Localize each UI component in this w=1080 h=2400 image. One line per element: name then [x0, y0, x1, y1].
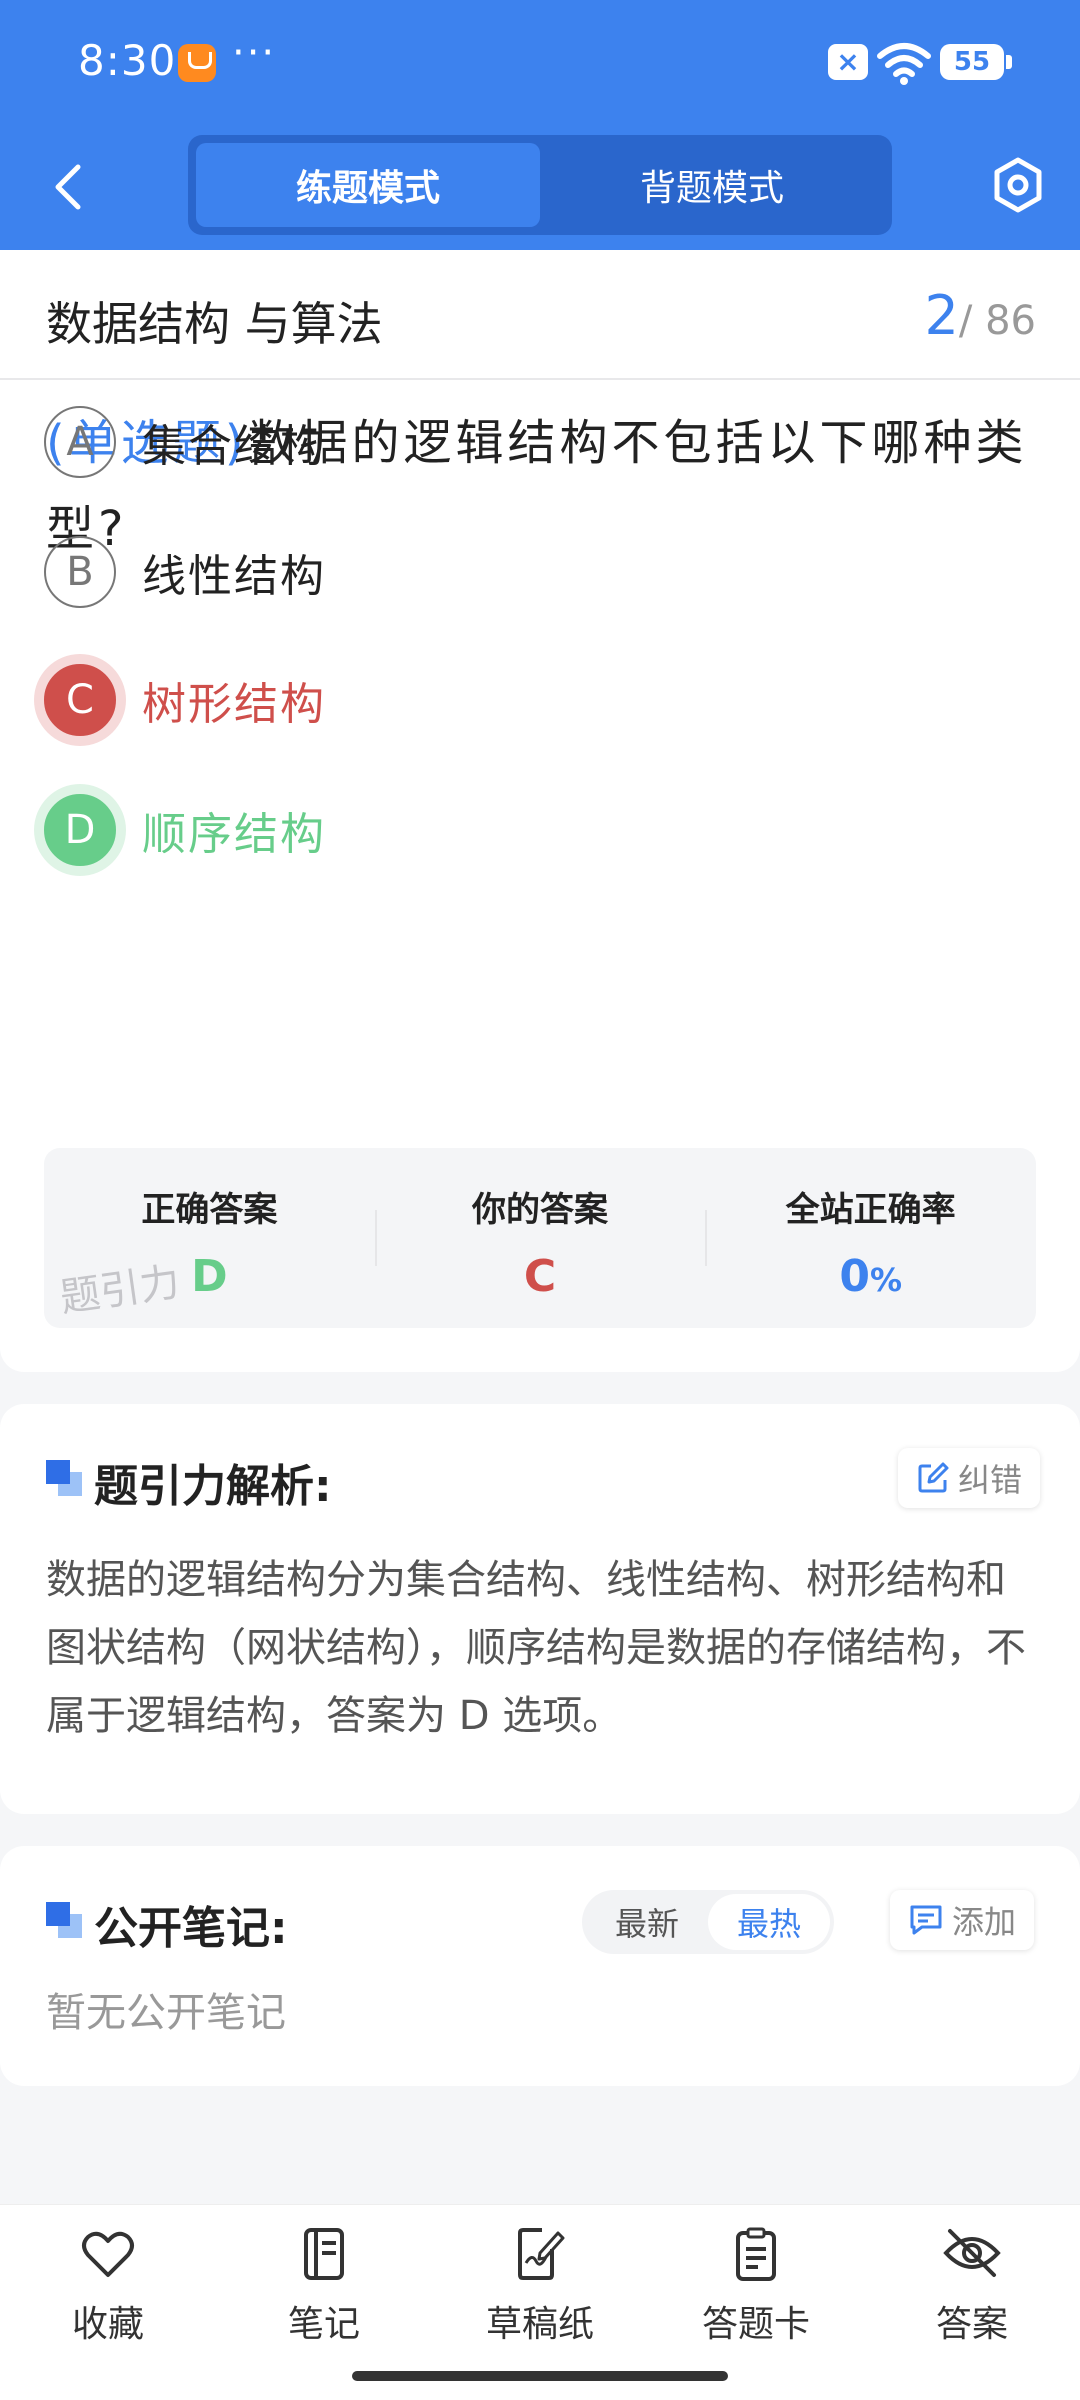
- option-text: 集合结构: [142, 421, 326, 472]
- more-notifications-icon: ···: [232, 30, 277, 76]
- notes-title: 公开笔记:: [94, 1903, 288, 1954]
- accuracy-rate-col: 全站正确率 0%: [705, 1148, 1036, 1328]
- show-answer-label: 答案: [935, 2304, 1008, 2345]
- public-notes-card: 公开笔记: 最新 最热 添加 暂无公开笔记: [0, 1846, 1080, 2086]
- bottom-toolbar: 收藏 笔记 草稿纸 答题卡 答案: [0, 2204, 1080, 2400]
- accuracy-rate-label: 全站正确率: [785, 1190, 956, 1230]
- option-c[interactable]: C 树形结构: [44, 662, 326, 738]
- draft-paper-button[interactable]: 草稿纸: [460, 2227, 620, 2347]
- mode-switch: 练题模式 背题模式: [188, 135, 892, 235]
- settings-icon[interactable]: [990, 155, 1046, 215]
- subject-row: 数据结构 与算法 2/ 86: [0, 250, 1080, 380]
- accuracy-rate-unit: %: [869, 1261, 903, 1299]
- option-letter: C: [44, 664, 116, 736]
- notes-label: 笔记: [287, 2304, 360, 2345]
- option-b[interactable]: B 线性结构: [44, 534, 326, 610]
- option-text: 顺序结构: [142, 809, 326, 860]
- sort-hottest[interactable]: 最热: [708, 1894, 830, 1950]
- current-question-number: 2: [924, 284, 959, 347]
- subject-title: 数据结构 与算法: [46, 297, 383, 351]
- tab-memorize-mode[interactable]: 背题模式: [540, 143, 884, 227]
- accuracy-rate-number: 0: [839, 1251, 870, 1302]
- add-note-label: 添加: [952, 1903, 1017, 1941]
- option-letter: A: [44, 406, 116, 478]
- report-error-button[interactable]: 纠错: [898, 1448, 1041, 1508]
- correct-answer-label: 正确答案: [141, 1190, 278, 1230]
- your-answer-value: C: [523, 1251, 557, 1302]
- show-answer-button[interactable]: 答案: [892, 2227, 1052, 2347]
- option-text: 线性结构: [142, 551, 326, 602]
- add-note-button[interactable]: 添加: [890, 1890, 1035, 1950]
- sort-newest[interactable]: 最新: [586, 1894, 708, 1950]
- notebook-icon: [304, 2228, 344, 2280]
- status-time: 8:30: [78, 36, 177, 85]
- home-indicator[interactable]: [352, 2371, 728, 2381]
- draft-paper-label: 草稿纸: [485, 2304, 594, 2345]
- section-icon: [46, 1902, 84, 1940]
- status-bar: 8:30 ··· × 55: [0, 0, 1080, 125]
- accuracy-rate-value: 0%: [705, 1251, 1036, 1302]
- empty-notes-text: 暂无公开笔记: [46, 1990, 286, 2036]
- nav-bar: 练题模式 背题模式: [0, 125, 1080, 250]
- analysis-title: 题引力解析:: [94, 1461, 332, 1512]
- battery-icon: 55: [940, 44, 1012, 80]
- favorite-button[interactable]: 收藏: [28, 2227, 188, 2347]
- draft-paper-icon: [518, 2228, 565, 2280]
- question-card: 数据结构 与算法 2/ 86 (单选题)数据的逻辑结构不包括以下哪种类型? A …: [0, 250, 1080, 1372]
- answer-sheet-label: 答题卡: [701, 2304, 810, 2345]
- option-d[interactable]: D 顺序结构: [44, 792, 326, 868]
- back-arrow-icon[interactable]: [44, 161, 94, 213]
- notes-sort-toggle: 最新 最热: [582, 1890, 834, 1954]
- answer-sheet-button[interactable]: 答题卡: [676, 2227, 836, 2347]
- edit-icon: [918, 1462, 949, 1493]
- eye-off-icon: [943, 2229, 1001, 2277]
- answer-summary: 正确答案 D 题引力 你的答案 C 全站正确率 0%: [44, 1148, 1036, 1328]
- heart-icon: [82, 2231, 134, 2277]
- total-question-count: / 86: [958, 298, 1036, 344]
- your-answer-label: 你的答案: [472, 1190, 608, 1230]
- comment-icon: [910, 1905, 942, 1935]
- no-sim-icon: ×: [828, 44, 868, 80]
- tab-practice-mode[interactable]: 练题模式: [196, 143, 540, 227]
- option-a[interactable]: A 集合结构: [44, 404, 326, 480]
- option-letter: D: [44, 794, 116, 866]
- analysis-text: 数据的逻辑结构分为集合结构、线性结构、树形结构和图状结构（网状结构），顺序结构是…: [46, 1557, 1026, 1739]
- app-header: 8:30 ··· × 55 练题模式 背题模式: [0, 0, 1080, 250]
- report-error-label: 纠错: [958, 1461, 1023, 1499]
- shopping-app-icon: [178, 44, 216, 82]
- favorite-label: 收藏: [71, 2304, 144, 2345]
- option-text: 树形结构: [142, 679, 326, 730]
- answer-sheet-icon: [736, 2227, 776, 2281]
- your-answer-col: 你的答案 C: [374, 1148, 706, 1328]
- section-icon: [46, 1460, 84, 1498]
- correct-answer-col: 正确答案 D 题引力: [44, 1148, 375, 1328]
- option-letter: B: [44, 536, 116, 608]
- analysis-card: 题引力解析: 纠错 数据的逻辑结构分为集合结构、线性结构、树形结构和图状结构（网…: [0, 1404, 1080, 1814]
- wifi-icon: [877, 43, 931, 85]
- question-counter: 2/ 86: [925, 284, 1036, 347]
- notes-button[interactable]: 笔记: [244, 2227, 404, 2347]
